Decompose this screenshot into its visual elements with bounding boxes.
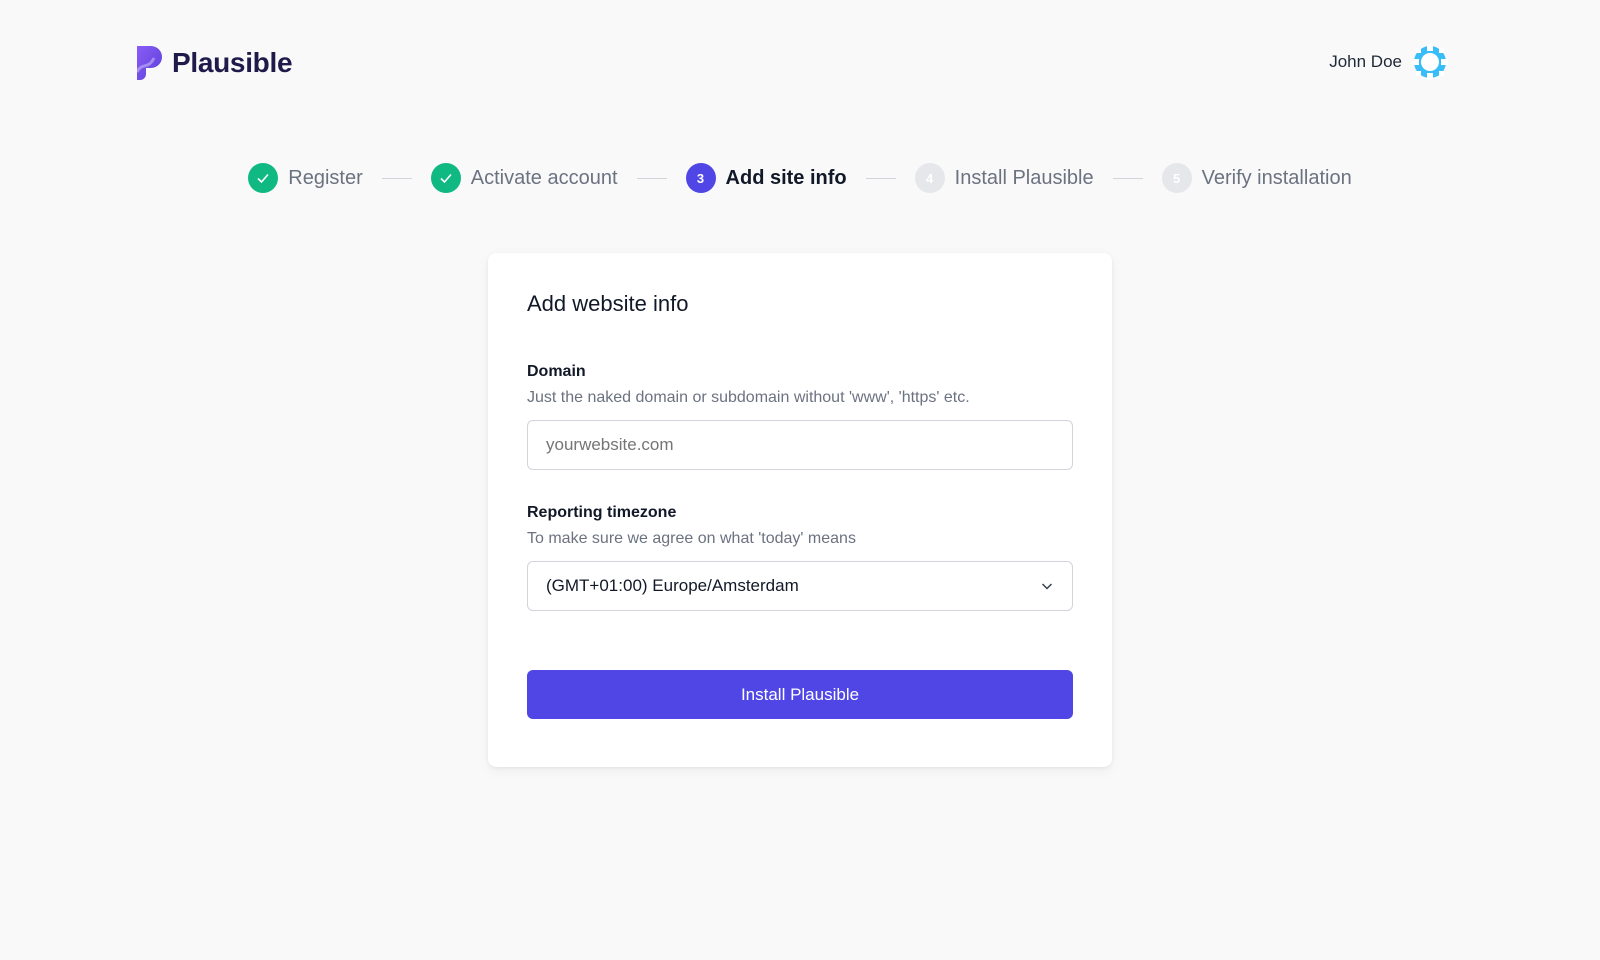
step-activate-account: Activate account (430, 163, 618, 193)
user-name: John Doe (1329, 52, 1402, 71)
step-label: Activate account (470, 166, 618, 189)
step-label: Install Plausible (954, 166, 1094, 189)
check-icon (430, 163, 461, 193)
site-info-card: Add website info Domain Just the naked d… (488, 253, 1112, 767)
onboarding-steps: Register Activate account 3 Add site inf… (0, 163, 1600, 193)
step-divider (381, 177, 412, 179)
step-number: 3 (685, 163, 716, 193)
timezone-selected-value: (GMT+01:00) Europe/Amsterdam (546, 576, 799, 595)
chevron-down-icon (1041, 583, 1053, 590)
step-register: Register (248, 163, 363, 193)
domain-help-text: Just the naked domain or subdomain witho… (527, 389, 970, 406)
install-plausible-button[interactable]: Install Plausible (527, 670, 1073, 719)
step-verify-installation: 5 Verify installation (1161, 163, 1352, 193)
avatar (1412, 44, 1448, 80)
user-menu[interactable]: John Doe (1329, 44, 1448, 80)
timezone-help-text: To make sure we agree on what 'today' me… (527, 530, 856, 547)
step-label: Register (288, 166, 363, 189)
domain-field-group: Domain Just the naked domain or subdomai… (527, 363, 1073, 470)
step-add-site-info: 3 Add site info (685, 163, 847, 193)
domain-label: Domain (527, 363, 586, 380)
domain-input[interactable] (527, 420, 1073, 470)
step-divider (636, 177, 667, 179)
brand-name: Plausible (172, 47, 293, 78)
card-title: Add website info (527, 291, 689, 316)
step-divider (1112, 177, 1143, 179)
step-label: Verify installation (1201, 166, 1352, 189)
step-install-plausible: 4 Install Plausible (914, 163, 1094, 193)
step-number: 5 (1161, 163, 1192, 193)
timezone-field-group: Reporting timezone To make sure we agree… (527, 504, 1073, 611)
step-label: Add site info (725, 166, 847, 189)
timezone-select[interactable]: (GMT+01:00) Europe/Amsterdam (527, 561, 1073, 611)
step-divider (865, 177, 896, 179)
check-icon (248, 163, 279, 193)
timezone-label: Reporting timezone (527, 504, 677, 521)
step-number: 4 (914, 163, 945, 193)
brand-logo[interactable]: Plausible (134, 44, 293, 82)
plausible-logo-icon (135, 46, 162, 80)
